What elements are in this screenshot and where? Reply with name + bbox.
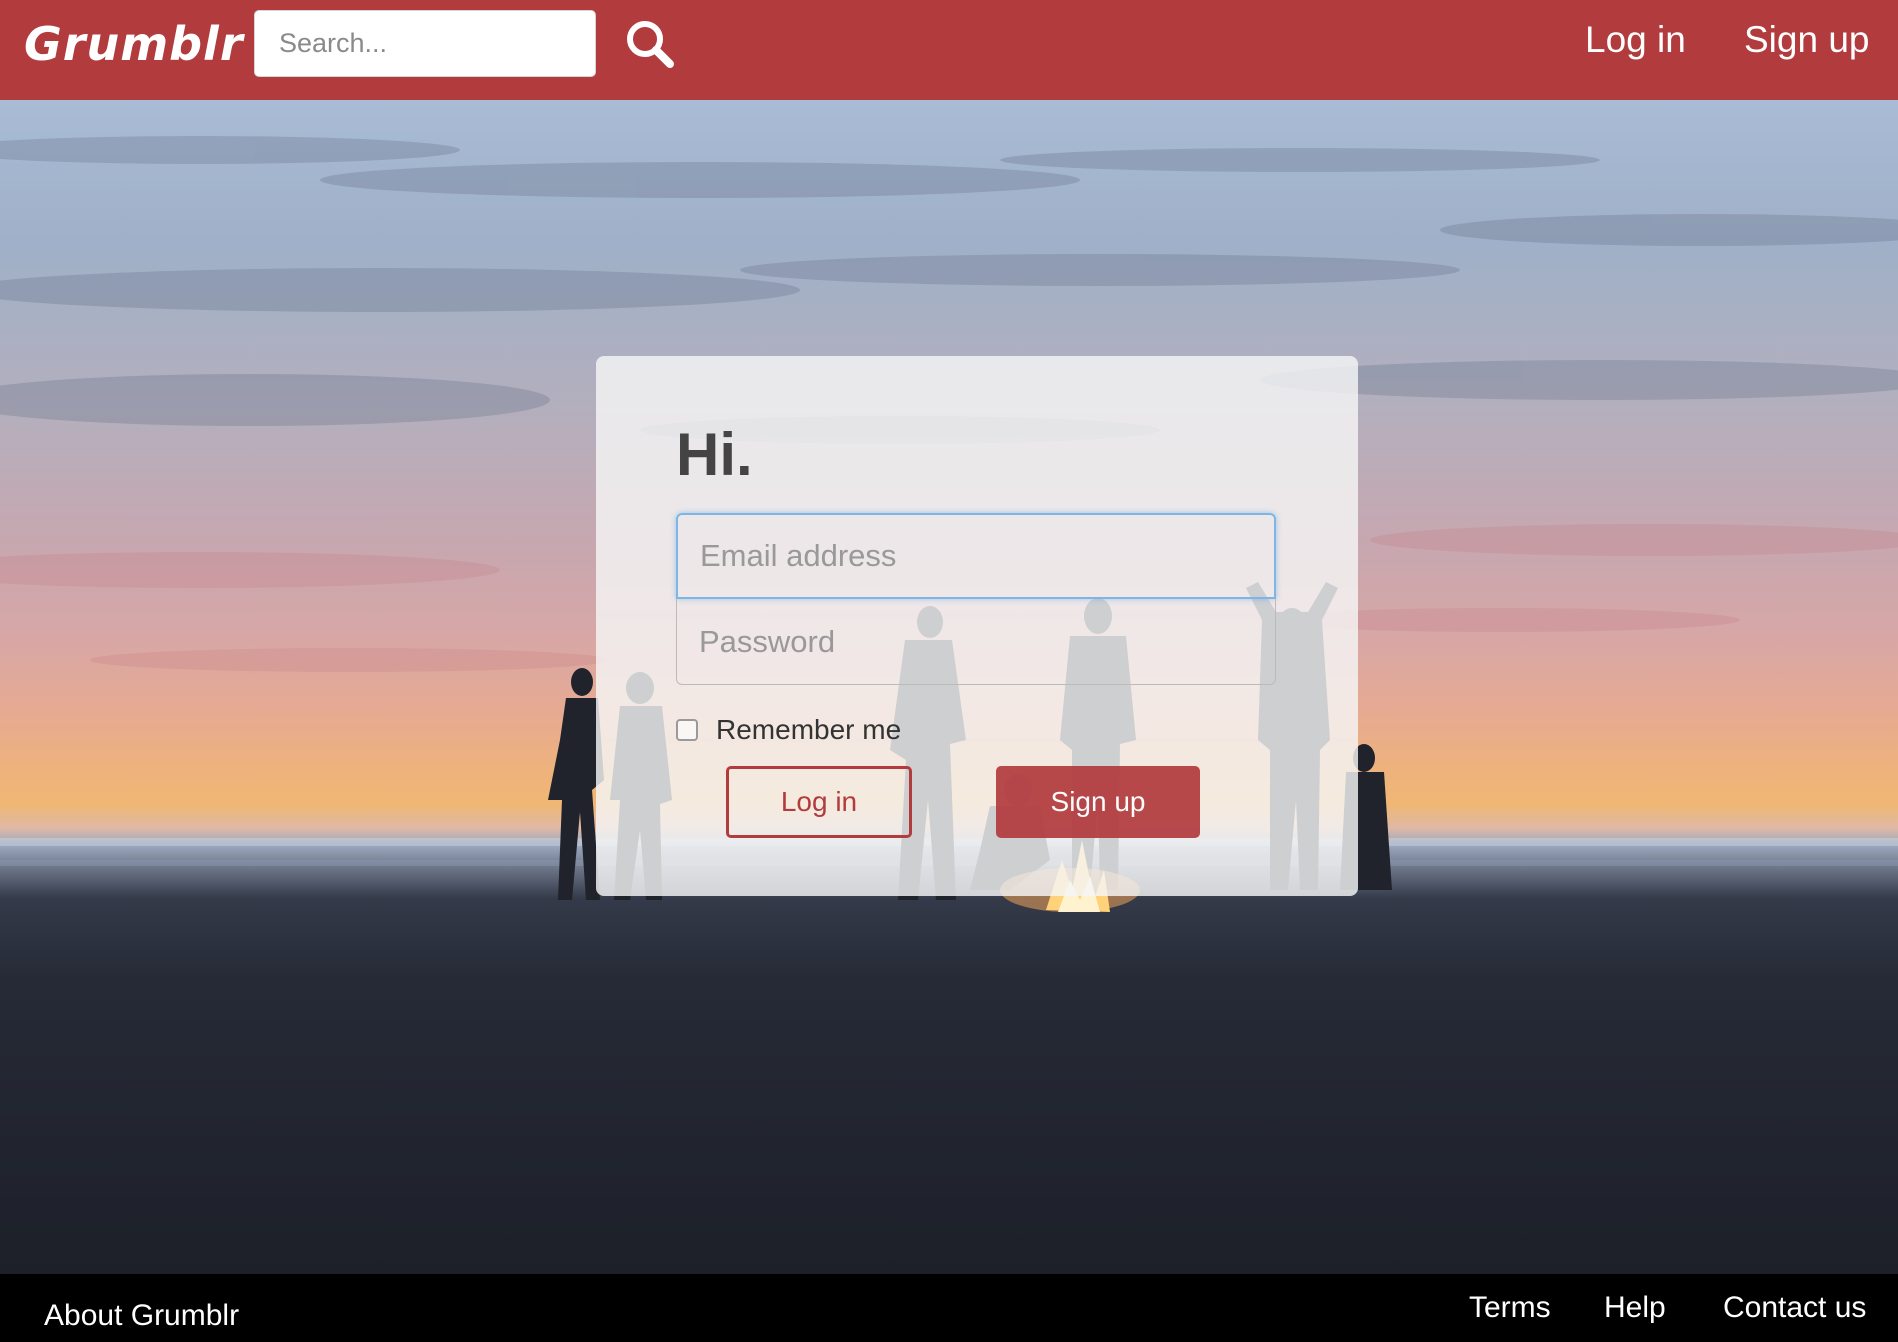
footer-help-link[interactable]: Help	[1604, 1290, 1666, 1326]
email-field[interactable]	[676, 513, 1276, 599]
password-field[interactable]	[676, 599, 1276, 685]
nav-login-link[interactable]: Log in	[1585, 18, 1686, 62]
top-navbar: Grumblr Log in Sign up	[0, 0, 1898, 100]
remember-me-checkbox[interactable]	[676, 719, 698, 741]
nav-signup-link[interactable]: Sign up	[1744, 18, 1870, 62]
footer-about-link[interactable]: About Grumblr	[44, 1298, 239, 1334]
page: Grumblr Log in Sign up	[0, 0, 1898, 1342]
remember-me-row[interactable]: Remember me	[676, 712, 901, 748]
search-icon	[627, 21, 674, 68]
remember-me-label: Remember me	[716, 714, 902, 745]
signup-button[interactable]: Sign up	[996, 766, 1200, 838]
footer: About Grumblr Terms Help Contact us	[0, 1274, 1898, 1342]
login-card: Hi. Remember me Log in Sign up	[596, 356, 1358, 896]
search-button[interactable]	[622, 16, 678, 72]
footer-contact-link[interactable]: Contact us	[1723, 1290, 1866, 1326]
login-button[interactable]: Log in	[726, 766, 912, 838]
search-input[interactable]	[254, 10, 596, 77]
footer-terms-link[interactable]: Terms	[1469, 1290, 1551, 1326]
login-card-title: Hi.	[676, 421, 753, 488]
brand-logo[interactable]: Grumblr	[24, 14, 244, 74]
